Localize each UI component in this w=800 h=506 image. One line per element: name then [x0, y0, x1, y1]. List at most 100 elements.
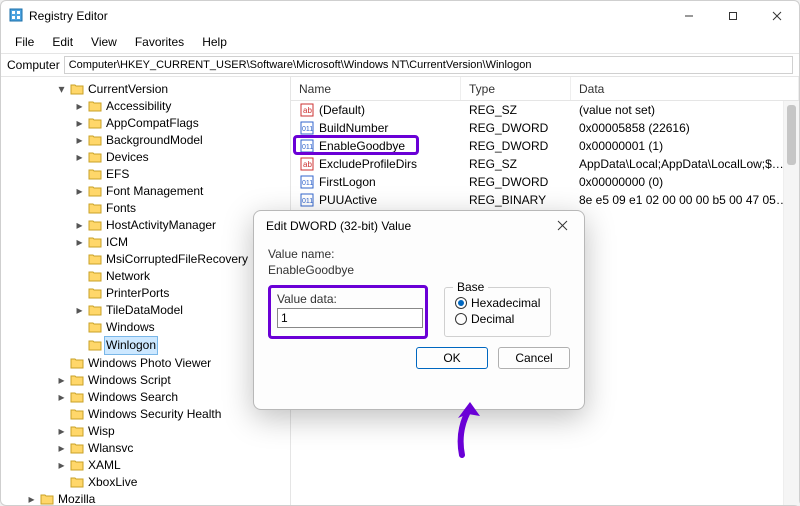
minimize-button[interactable] — [667, 1, 711, 31]
folder-icon — [88, 115, 102, 132]
tree-pane[interactable]: ▾CurrentVersion▸Accessibility▸AppCompatF… — [1, 77, 291, 505]
radio-dec-indicator — [455, 313, 467, 325]
tree-item[interactable]: ▸Accessibility — [55, 98, 290, 115]
value-type: REG_DWORD — [461, 139, 571, 153]
folder-icon — [88, 268, 102, 285]
folder-icon — [88, 98, 102, 115]
svg-text:011: 011 — [302, 126, 313, 133]
value-data: AppData\Local;AppData\LocalLow;$Rec — [571, 157, 799, 171]
col-type[interactable]: Type — [461, 77, 571, 100]
tree-item[interactable]: Windows Photo Viewer — [5, 355, 290, 372]
svg-text:011: 011 — [302, 144, 313, 151]
col-name[interactable]: Name — [291, 77, 461, 100]
value-data-input[interactable] — [277, 308, 423, 328]
folder-icon — [88, 217, 102, 234]
twisty-icon[interactable]: ▸ — [55, 372, 68, 389]
radio-hex-label: Hexadecimal — [471, 296, 540, 310]
value-type: REG_SZ — [461, 103, 571, 117]
value-row[interactable]: 011FirstLogonREG_DWORD0x00000000 (0) — [291, 173, 799, 191]
tree-item[interactable]: ▸Wlansvc — [5, 440, 290, 457]
twisty-icon[interactable]: ▸ — [73, 98, 86, 115]
tree-item-currentversion[interactable]: ▾CurrentVersion — [55, 81, 290, 98]
menu-edit[interactable]: Edit — [44, 33, 81, 51]
value-data: 0x00005858 (22616) — [571, 121, 799, 135]
tree-item[interactable]: ▸AppCompatFlags — [55, 115, 290, 132]
svg-text:ab: ab — [303, 160, 312, 169]
value-row[interactable]: 011BuildNumberREG_DWORD0x00005858 (22616… — [291, 119, 799, 137]
tree-item[interactable]: ▸Devices — [55, 149, 290, 166]
tree-item[interactable]: ▸BackgroundModel — [55, 132, 290, 149]
tree-item[interactable]: XboxLive — [5, 474, 290, 491]
value-row[interactable]: abExcludeProfileDirsREG_SZAppData\Local;… — [291, 155, 799, 173]
cancel-button[interactable]: Cancel — [498, 347, 570, 369]
address-input[interactable] — [64, 56, 793, 74]
value-type: REG_DWORD — [461, 175, 571, 189]
tree-item[interactable]: ▸XAML — [5, 457, 290, 474]
value-type-icon: 011 — [299, 120, 315, 136]
base-legend: Base — [453, 280, 488, 294]
folder-icon — [88, 200, 102, 217]
close-button[interactable] — [755, 1, 799, 31]
tree-item[interactable]: ▸Wisp — [5, 423, 290, 440]
tree-item[interactable]: ▸Windows Search — [5, 389, 290, 406]
radio-dec-label: Decimal — [471, 312, 514, 326]
folder-icon — [88, 132, 102, 149]
folder-icon — [70, 81, 84, 98]
folder-icon — [70, 355, 84, 372]
twisty-icon[interactable]: ▾ — [55, 81, 68, 98]
twisty-icon[interactable]: ▸ — [73, 183, 86, 200]
radio-decimal[interactable]: Decimal — [455, 312, 540, 326]
app-icon — [9, 8, 23, 25]
maximize-button[interactable] — [711, 1, 755, 31]
value-type-icon: 011 — [299, 192, 315, 208]
twisty-icon[interactable]: ▸ — [73, 149, 86, 166]
dialog-titlebar[interactable]: Edit DWORD (32-bit) Value — [254, 211, 584, 241]
folder-icon — [70, 457, 84, 474]
folder-icon — [88, 319, 102, 336]
twisty-icon[interactable]: ▸ — [55, 389, 68, 406]
folder-icon — [88, 285, 102, 302]
twisty-icon[interactable]: ▸ — [73, 115, 86, 132]
twisty-icon[interactable]: ▸ — [25, 491, 38, 505]
value-name: (Default) — [319, 103, 365, 117]
scroll-thumb[interactable] — [787, 105, 796, 165]
twisty-icon[interactable]: ▸ — [55, 440, 68, 457]
col-data[interactable]: Data — [571, 77, 799, 100]
base-fieldset: Base Hexadecimal Decimal — [444, 287, 551, 337]
menu-favorites[interactable]: Favorites — [127, 33, 192, 51]
value-type: REG_BINARY — [461, 193, 571, 207]
folder-icon — [88, 183, 102, 200]
folder-icon — [70, 440, 84, 457]
folder-icon — [88, 234, 102, 251]
ok-button[interactable]: OK — [416, 347, 488, 369]
tree-item[interactable]: ▸Font Management — [55, 183, 290, 200]
folder-icon — [70, 389, 84, 406]
menu-view[interactable]: View — [83, 33, 125, 51]
twisty-icon[interactable]: ▸ — [73, 302, 86, 319]
menubar: File Edit View Favorites Help — [1, 31, 799, 53]
twisty-icon[interactable]: ▸ — [55, 457, 68, 474]
vertical-scrollbar[interactable] — [783, 101, 799, 505]
tree-item[interactable]: Windows Security Health — [5, 406, 290, 423]
value-data-highlight: Value data: — [268, 285, 428, 339]
twisty-icon[interactable]: ▸ — [73, 217, 86, 234]
value-name: PUUActive — [319, 193, 377, 207]
value-name: EnableGoodbye — [319, 139, 405, 153]
twisty-icon[interactable]: ▸ — [73, 234, 86, 251]
list-header[interactable]: Name Type Data — [291, 77, 799, 101]
value-row[interactable]: 011EnableGoodbyeREG_DWORD0x00000001 (1) — [291, 137, 799, 155]
radio-hexadecimal[interactable]: Hexadecimal — [455, 296, 540, 310]
dialog-title: Edit DWORD (32-bit) Value — [266, 219, 411, 233]
twisty-icon[interactable]: ▸ — [55, 423, 68, 440]
tree-item[interactable]: ▸Windows Script — [5, 372, 290, 389]
value-row[interactable]: ab(Default)REG_SZ(value not set) — [291, 101, 799, 119]
menu-help[interactable]: Help — [194, 33, 235, 51]
tree-item[interactable]: ▸Mozilla — [5, 491, 290, 505]
dialog-close-button[interactable] — [544, 218, 580, 234]
tree-item[interactable]: EFS — [55, 166, 290, 183]
folder-icon — [88, 302, 102, 319]
titlebar: Registry Editor — [1, 1, 799, 31]
menu-file[interactable]: File — [7, 33, 42, 51]
value-row[interactable]: 011PUUActiveREG_BINARY8e e5 09 e1 02 00 … — [291, 191, 799, 209]
twisty-icon[interactable]: ▸ — [73, 132, 86, 149]
